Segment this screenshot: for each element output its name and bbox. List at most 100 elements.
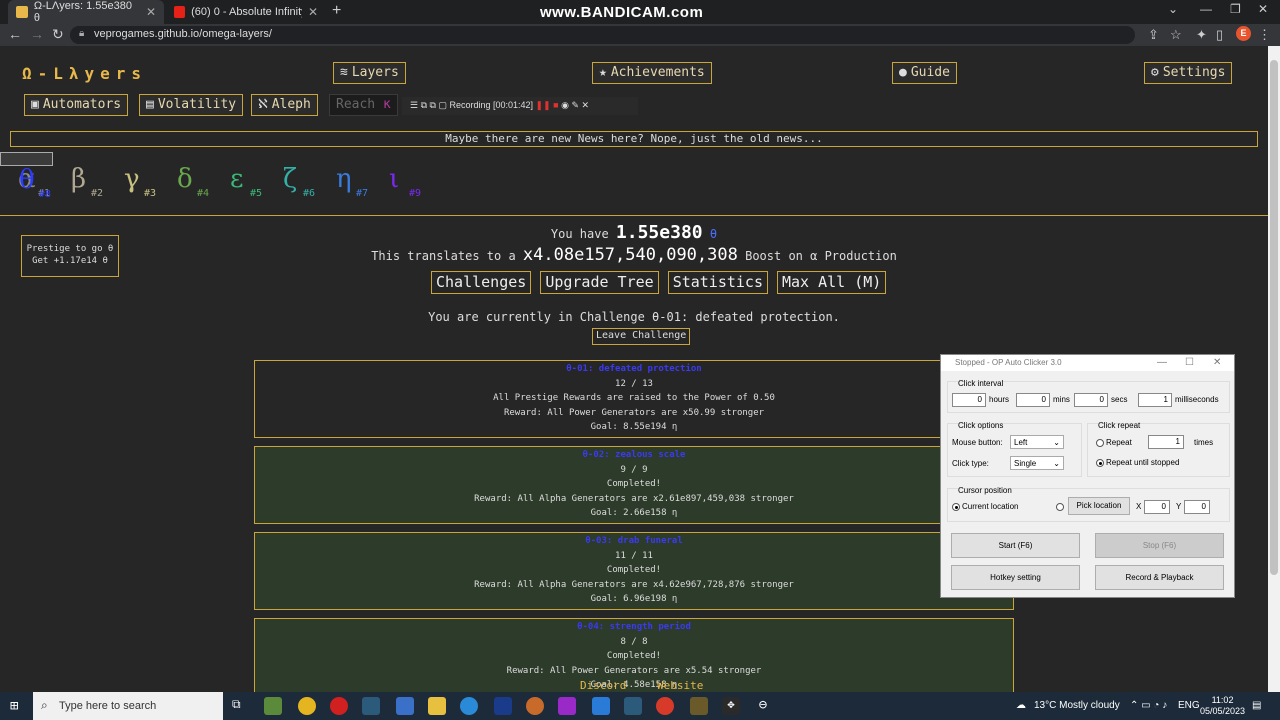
layer-tab[interactable]: γ #3 <box>106 152 159 204</box>
hotkey-setting-button[interactable]: Hotkey setting <box>951 565 1080 590</box>
layer-tab[interactable]: η #7 <box>318 152 371 204</box>
cl-icon[interactable] <box>494 697 512 715</box>
close-icon[interactable]: ✕ <box>308 5 318 19</box>
url-field[interactable]: 🔒︎ veprogames.github.io/omega-layers/ <box>70 26 1135 44</box>
upgrade-tree-button[interactable]: Upgrade Tree <box>540 271 659 294</box>
camera-icon[interactable]: ◉ <box>561 100 569 110</box>
system-tray-icons[interactable]: ⌃ ▭ ◔ ♪ <box>1130 700 1167 711</box>
minimize-icon[interactable]: — <box>1157 357 1167 368</box>
app-icon[interactable] <box>362 697 380 715</box>
volatility-button[interactable]: ▤ Volatility <box>139 94 244 116</box>
aleph-button[interactable]: ℵ Aleph <box>251 94 318 116</box>
y-input[interactable]: 0 <box>1184 500 1210 514</box>
profile-avatar[interactable]: E <box>1236 26 1251 41</box>
task-view-icon[interactable]: ⧉ <box>232 697 250 715</box>
statistics-button[interactable]: Statistics <box>667 271 768 294</box>
current-location-radio[interactable] <box>952 503 960 511</box>
menu-icon[interactable]: ⋮ <box>1258 27 1271 43</box>
pause-icon[interactable]: ❚❚ <box>536 100 551 110</box>
app-icon[interactable] <box>526 697 544 715</box>
system-clock[interactable]: 11:02 05/05/2023 <box>1200 695 1245 717</box>
repeat-radio[interactable] <box>1096 439 1104 447</box>
app-icon[interactable] <box>624 697 642 715</box>
pencil-icon[interactable]: ✎ <box>571 100 579 110</box>
max-all-button[interactable]: Max All (M) <box>777 271 887 294</box>
taskbar-search[interactable]: ⌕ Type here to search <box>33 692 223 720</box>
mouse-button-select[interactable]: Left ⌄ <box>1010 435 1064 449</box>
new-tab-button[interactable]: + <box>332 2 341 20</box>
app-icon[interactable] <box>558 697 576 715</box>
store-icon[interactable] <box>396 697 414 715</box>
ms-input[interactable]: 1 <box>1138 393 1172 407</box>
windows-start-icon[interactable]: ⊞ <box>10 698 18 714</box>
tab-omega-layers[interactable]: Ω-LΛyers: 1.55e380 θ ✕ <box>8 0 164 24</box>
layer-tab[interactable]: β #2 <box>53 152 106 204</box>
close-icon[interactable]: ✕ <box>146 5 156 19</box>
mins-input[interactable]: 0 <box>1016 393 1050 407</box>
hours-input[interactable]: 0 <box>952 393 986 407</box>
minimize-icon[interactable]: — <box>1200 2 1212 16</box>
stop-record-icon[interactable]: ■ <box>553 100 558 110</box>
achievements-button[interactable]: ★ Achievements <box>592 62 712 84</box>
share-icon[interactable]: ⇪ <box>1148 27 1159 43</box>
challenge-card[interactable]: θ-02: zealous scale 9 / 9 Completed! Rew… <box>254 446 1014 524</box>
minecraft-icon[interactable] <box>690 697 708 715</box>
forward-icon[interactable]: → <box>30 26 44 42</box>
discord-link[interactable]: Discord <box>580 679 626 692</box>
challenge-card[interactable]: θ-03: drab funeral 11 / 11 Completed! Re… <box>254 532 1014 610</box>
language-indicator[interactable]: ENG <box>1178 700 1200 711</box>
close-icon[interactable]: ✕ <box>582 100 590 110</box>
weather-text[interactable]: 13°C Mostly cloudy <box>1034 700 1120 711</box>
app-icon[interactable]: ⊖ <box>754 697 772 715</box>
close-icon[interactable]: ✕ <box>1213 357 1221 368</box>
layer-tab[interactable]: ζ #6 <box>265 152 318 204</box>
notifications-icon[interactable]: ▤ <box>1252 700 1261 711</box>
layer-tab[interactable]: δ #4 <box>159 152 212 204</box>
maximize-icon[interactable]: ☐ <box>1185 357 1194 368</box>
layer-tab[interactable]: ε #5 <box>212 152 265 204</box>
website-link[interactable]: Website <box>657 679 703 692</box>
bookmark-star-icon[interactable]: ☆ <box>1170 27 1182 43</box>
back-icon[interactable]: ← <box>8 26 22 42</box>
click-type-select[interactable]: Single ⌄ <box>1010 456 1064 470</box>
file-explorer-icon[interactable] <box>428 697 446 715</box>
secs-input[interactable]: 0 <box>1074 393 1108 407</box>
window-close-icon[interactable]: ✕ <box>1258 2 1268 16</box>
chrome-icon[interactable] <box>298 697 316 715</box>
guide-button[interactable]: ● Guide <box>892 62 957 84</box>
pick-location-radio[interactable] <box>1056 503 1064 511</box>
extensions-icon[interactable]: ✦ <box>1196 27 1207 43</box>
stop-button[interactable]: Stop (F6) <box>1095 533 1224 558</box>
start-button[interactable]: Start (F6) <box>951 533 1080 558</box>
bandicam-icon[interactable] <box>330 697 348 715</box>
reach-button[interactable]: Reach κ <box>329 94 398 116</box>
settings-button[interactable]: ⚙ Settings <box>1144 62 1233 84</box>
restore-icon[interactable]: ❐ <box>1230 2 1241 16</box>
repeat-times-input[interactable]: 1 <box>1148 435 1184 449</box>
pick-location-button[interactable]: Pick location <box>1068 497 1130 515</box>
repeat-until-stopped-radio[interactable] <box>1096 459 1104 467</box>
page-scrollbar[interactable] <box>1268 46 1280 692</box>
record-region-icon[interactable]: ▢ <box>438 100 447 110</box>
scrollbar-thumb[interactable] <box>1270 60 1278 575</box>
mail-icon[interactable] <box>592 697 610 715</box>
challenges-button[interactable]: Challenges <box>431 271 532 294</box>
layers-button[interactable]: ≋ Layers <box>333 62 406 84</box>
reload-icon[interactable]: ↻ <box>52 26 64 43</box>
x-input[interactable]: 0 <box>1144 500 1170 514</box>
record-playback-button[interactable]: Record & Playback <box>1095 565 1224 590</box>
app-icon[interactable]: ✥ <box>722 697 740 715</box>
edge-icon[interactable] <box>460 697 478 715</box>
tab-youtube[interactable]: (60) 0 - Absolute Infinity Part 2: S... … <box>166 0 326 24</box>
layout-icon[interactable]: ☰ ⧉ ⧉ <box>410 100 436 110</box>
side-panel-icon[interactable]: ▯ <box>1216 27 1223 43</box>
leave-challenge-button[interactable]: Leave Challenge <box>592 328 691 345</box>
challenge-card[interactable]: θ-01: defeated protection 12 / 13 All Pr… <box>254 360 1014 438</box>
layer-tab[interactable]: ι #9 <box>371 152 424 204</box>
minecraft-icon[interactable] <box>264 697 282 715</box>
layer-tab[interactable]: θ #8 <box>0 152 53 200</box>
tab-search-icon[interactable]: ⌄ <box>1168 2 1178 16</box>
opera-icon[interactable] <box>656 697 674 715</box>
weather-icon[interactable]: ☁ <box>1016 700 1026 711</box>
automators-button[interactable]: ▣ Automators <box>24 94 129 116</box>
